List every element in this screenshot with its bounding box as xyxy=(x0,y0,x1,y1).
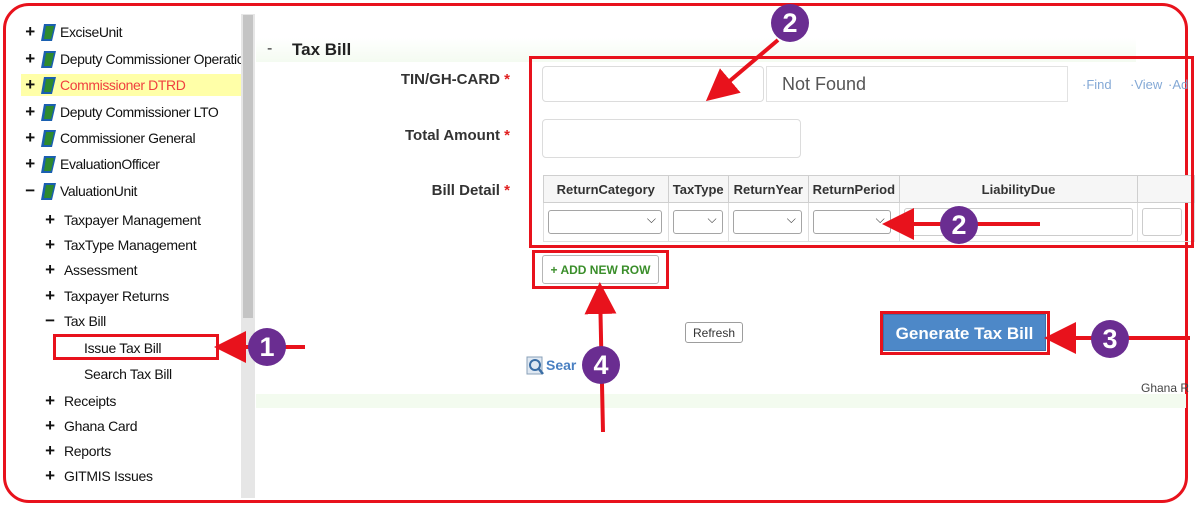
arrow-2a xyxy=(705,38,780,102)
step-badge-2: 2 xyxy=(771,4,809,42)
step-badge-3: 3 xyxy=(1091,320,1129,358)
annotation-arrows xyxy=(214,38,1190,433)
step-badge-4: 4 xyxy=(582,346,620,384)
step-badge-2b: 2 xyxy=(940,206,978,244)
step-badge-1: 1 xyxy=(248,328,286,366)
